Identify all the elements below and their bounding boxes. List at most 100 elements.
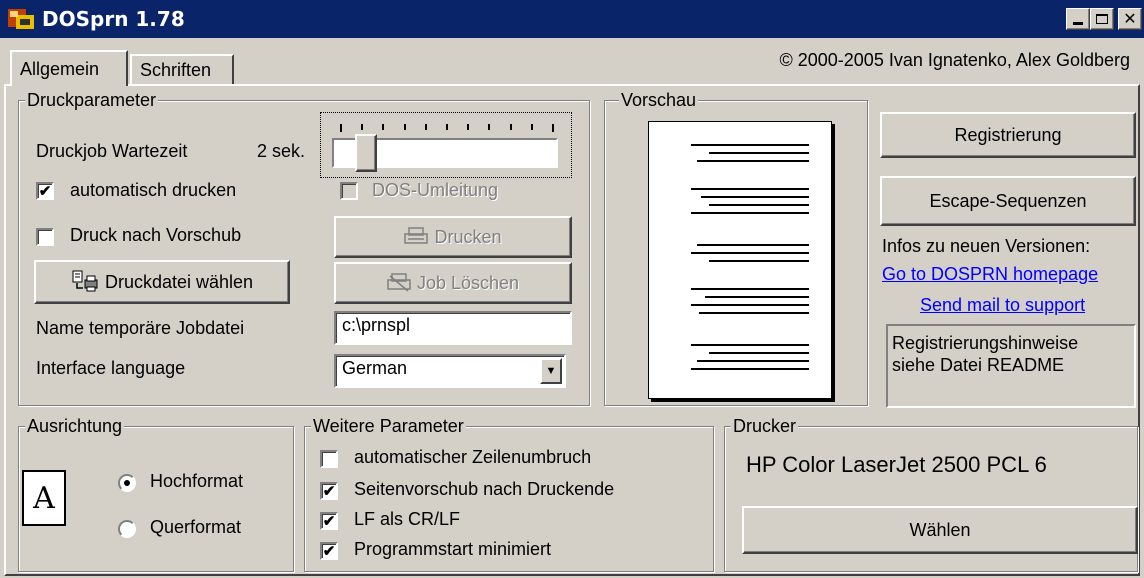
auto-print-checkbox[interactable]: ✔ bbox=[36, 182, 54, 200]
slider-thumb[interactable] bbox=[355, 134, 377, 172]
dos-redirect-checkbox[interactable] bbox=[340, 182, 358, 200]
chevron-down-icon: ▼ bbox=[545, 365, 557, 377]
preview-text-line bbox=[691, 288, 809, 290]
minimize-icon bbox=[1073, 21, 1083, 25]
start-minimized-checkbox[interactable]: ✔ bbox=[320, 542, 338, 560]
check-icon: ✔ bbox=[322, 542, 336, 560]
preview-text-line bbox=[699, 312, 809, 314]
print-button[interactable]: Drucken bbox=[334, 216, 572, 258]
dos-redirect-label: DOS-Umleitung bbox=[372, 180, 499, 200]
start-minimized-label: Programmstart minimiert bbox=[354, 539, 552, 559]
wait-time-label: Druckjob Wartezeit bbox=[36, 141, 188, 161]
maximize-button[interactable] bbox=[1090, 8, 1114, 30]
file-printer-icon bbox=[72, 270, 98, 292]
support-mail-link[interactable]: Send mail to support bbox=[920, 295, 1085, 316]
slider-ticks bbox=[340, 124, 554, 132]
formfeed-after-print-label: Seitenvorschub nach Druckende bbox=[354, 479, 615, 499]
radio-selected-dot bbox=[124, 480, 130, 486]
escape-sequences-button[interactable]: Escape-Sequenzen bbox=[880, 176, 1136, 226]
landscape-label: Querformat bbox=[150, 517, 242, 537]
language-label: Interface language bbox=[36, 358, 186, 378]
slider-tick bbox=[382, 124, 384, 130]
print-button-label: Drucken bbox=[434, 226, 502, 247]
registration-hint-box: Registrierungshinweise siehe Datei READM… bbox=[886, 324, 1136, 408]
copyright-text: © 2000-2005 Ivan Ignatenko, Alex Goldber… bbox=[779, 50, 1130, 70]
delete-job-button[interactable]: Job Löschen bbox=[334, 262, 572, 304]
preview-text-line bbox=[701, 196, 809, 198]
slider-tick bbox=[531, 124, 533, 130]
tab-allgemein[interactable]: Allgemein bbox=[10, 50, 128, 86]
portrait-radio[interactable] bbox=[118, 474, 136, 492]
preview-text-line bbox=[697, 360, 809, 362]
slider-tick bbox=[552, 124, 554, 132]
lf-as-crlf-checkbox[interactable]: ✔ bbox=[320, 512, 338, 530]
preview-text-line bbox=[691, 368, 809, 370]
tab-schriften[interactable]: Schriften bbox=[130, 54, 234, 84]
temp-file-input[interactable]: c:\prnspl bbox=[334, 311, 572, 345]
ausrichtung-title: Ausrichtung bbox=[25, 415, 125, 437]
lf-as-crlf-label: LF als CR/LF bbox=[354, 509, 461, 529]
dropdown-arrow[interactable]: ▼ bbox=[540, 358, 562, 384]
close-icon: ✕ bbox=[1123, 9, 1137, 28]
minimize-button[interactable] bbox=[1066, 8, 1090, 30]
print-after-feed-checkbox[interactable] bbox=[36, 228, 54, 246]
weitere-parameter-title: Weitere Parameter bbox=[311, 415, 466, 437]
preview-text-line bbox=[709, 260, 809, 262]
preview-text-line bbox=[691, 304, 809, 306]
registration-hint-line2: siehe Datei README bbox=[892, 355, 1065, 375]
choose-printer-button[interactable]: Wählen bbox=[742, 506, 1138, 554]
formfeed-after-print-checkbox[interactable]: ✔ bbox=[320, 482, 338, 500]
landscape-radio[interactable] bbox=[118, 520, 136, 538]
select-print-file-button[interactable]: Druckdatei wählen bbox=[34, 260, 290, 304]
preview-text-line bbox=[709, 352, 809, 354]
homepage-link[interactable]: Go to DOSPRN homepage bbox=[882, 264, 1098, 285]
preview-text-line bbox=[697, 244, 809, 246]
printer-name: HP Color LaserJet 2500 PCL 6 bbox=[746, 452, 1047, 477]
app-icon bbox=[8, 9, 34, 29]
vorschau-title: Vorschau bbox=[619, 89, 699, 111]
check-icon: ✔ bbox=[322, 512, 336, 530]
close-button[interactable]: ✕ bbox=[1118, 8, 1142, 30]
check-icon: ✔ bbox=[38, 182, 52, 200]
slider-tick bbox=[467, 124, 469, 130]
preview-text-line bbox=[705, 296, 809, 298]
window-title: DOSprn 1.78 bbox=[42, 7, 185, 31]
tab-allgemein-label: Allgemein bbox=[20, 58, 100, 79]
slider-tick bbox=[361, 124, 363, 130]
preview-text-line bbox=[691, 188, 809, 190]
select-print-file-label: Druckdatei wählen bbox=[104, 271, 254, 292]
printer-icon bbox=[404, 227, 429, 244]
register-button[interactable]: Registrierung bbox=[880, 112, 1136, 158]
escape-sequences-label: Escape-Sequenzen bbox=[929, 190, 1087, 211]
portrait-label: Hochformat bbox=[150, 471, 244, 491]
print-after-feed-label: Druck nach Vorschub bbox=[70, 225, 242, 245]
slider-tick bbox=[510, 124, 512, 130]
portrait-page-icon: A bbox=[22, 470, 66, 526]
slider-tick bbox=[488, 124, 490, 130]
auto-linebreak-checkbox[interactable] bbox=[320, 450, 338, 468]
choose-printer-label: Wählen bbox=[909, 519, 971, 540]
druckparameter-title: Druckparameter bbox=[25, 89, 159, 111]
drucker-title: Drucker bbox=[731, 415, 799, 437]
preview-text-line bbox=[691, 212, 809, 214]
preview-page bbox=[648, 121, 832, 399]
check-icon: ✔ bbox=[322, 482, 336, 500]
versions-info-label: Infos zu neuen Versionen: bbox=[882, 236, 1091, 256]
delete-print-job-icon bbox=[387, 273, 411, 292]
language-select[interactable]: German ▼ bbox=[334, 354, 566, 388]
portrait-page-letter: A bbox=[33, 480, 55, 516]
auto-print-label: automatisch drucken bbox=[70, 180, 237, 200]
slider-tick bbox=[404, 124, 406, 130]
wait-time-value: 2 sek. bbox=[257, 141, 306, 161]
auto-linebreak-label: automatischer Zeilenumbruch bbox=[354, 447, 592, 467]
preview-text-line bbox=[691, 252, 809, 254]
slider-tick bbox=[340, 124, 342, 132]
preview-text-line bbox=[691, 144, 809, 146]
register-button-label: Registrierung bbox=[954, 124, 1062, 145]
slider-tick bbox=[425, 124, 427, 130]
preview-text-line bbox=[697, 160, 809, 162]
temp-file-label: Name temporäre Jobdatei bbox=[36, 318, 245, 338]
registration-hint-line1: Registrierungshinweise bbox=[892, 333, 1079, 353]
tab-schriften-label: Schriften bbox=[140, 59, 212, 80]
preview-text-line bbox=[709, 152, 809, 154]
